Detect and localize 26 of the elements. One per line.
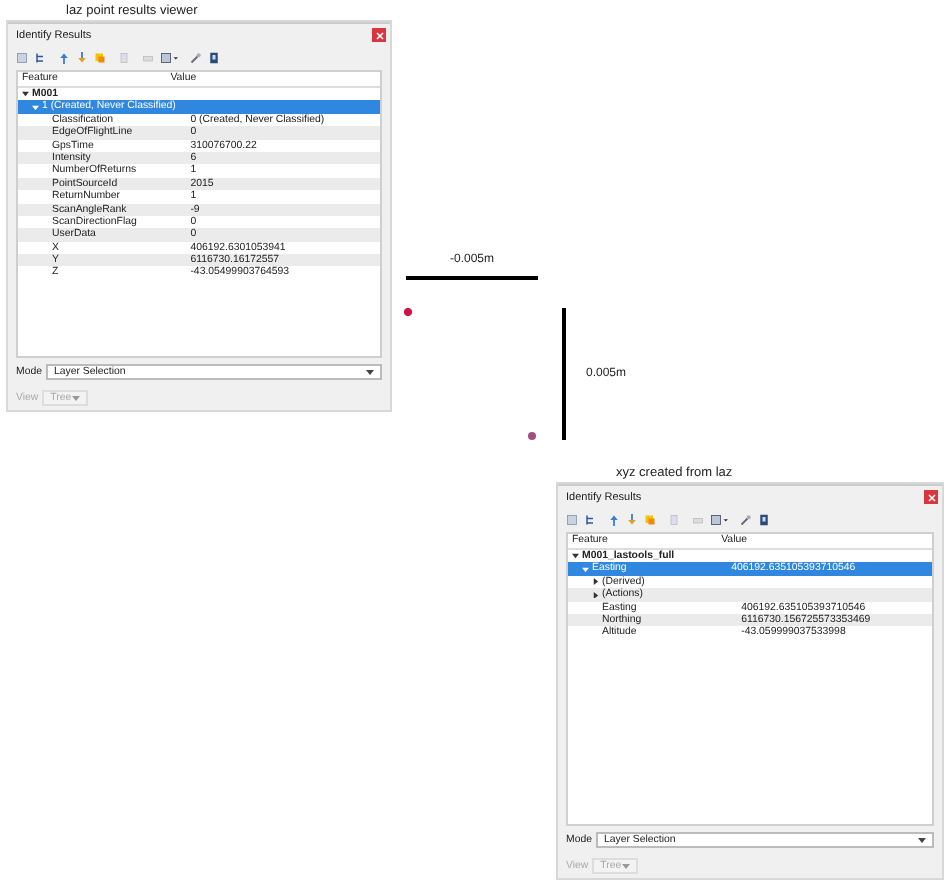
collapsed-arrow-icon[interactable] <box>592 578 599 586</box>
measure-line <box>562 308 566 440</box>
expanded-arrow-icon[interactable] <box>572 552 579 560</box>
caret-icon <box>366 369 374 375</box>
expand-tree-icon[interactable] <box>584 514 596 526</box>
caret-icon <box>71 395 80 401</box>
collapse-tree-icon[interactable] <box>608 514 620 526</box>
close-button[interactable] <box>924 490 938 504</box>
collapsed-arrow-icon[interactable] <box>592 591 599 599</box>
wrench-icon[interactable] <box>190 52 202 64</box>
close-button[interactable] <box>372 28 386 42</box>
help-book-icon[interactable] <box>758 514 770 526</box>
collapse-tree-icon[interactable] <box>58 52 70 64</box>
help-book-icon[interactable] <box>208 52 220 64</box>
expand-new-icon[interactable] <box>626 514 638 526</box>
caret-icon <box>918 837 926 843</box>
measure-line <box>406 276 538 280</box>
select-dropdown-icon[interactable] <box>710 514 728 526</box>
caret-icon <box>621 863 630 869</box>
expand-tree-icon[interactable] <box>34 52 46 64</box>
expanded-arrow-icon[interactable] <box>22 90 29 98</box>
close-icon <box>927 493 935 501</box>
select-dropdown-icon[interactable] <box>160 52 178 64</box>
expand-new-icon[interactable] <box>76 52 88 64</box>
wrench-icon[interactable] <box>740 514 752 526</box>
close-icon <box>375 31 383 39</box>
